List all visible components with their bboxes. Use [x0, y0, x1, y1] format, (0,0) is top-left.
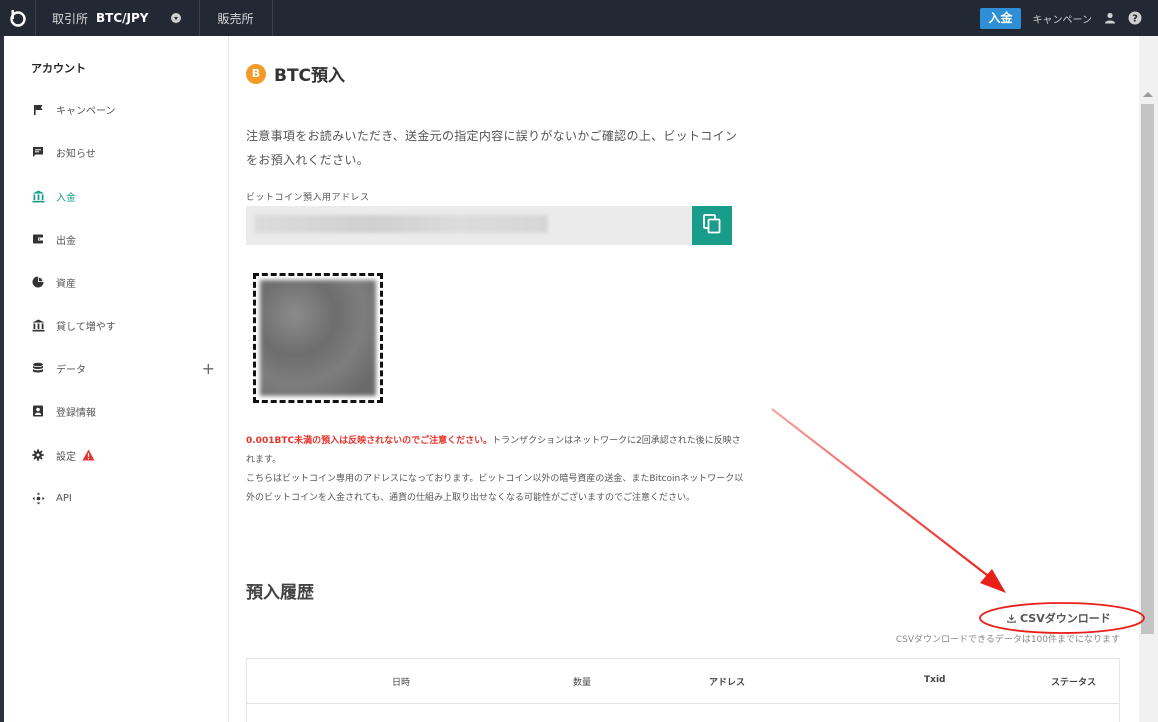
- user-icon[interactable]: [1104, 12, 1116, 24]
- profile-icon: [31, 404, 45, 418]
- sidebar-item-api[interactable]: API: [31, 488, 221, 508]
- gear-icon: [31, 448, 45, 462]
- expand-plus-icon[interactable]: +: [202, 359, 215, 378]
- sidebar-title: アカウント: [31, 62, 86, 75]
- scroll-up-arrow-icon[interactable]: [1143, 92, 1153, 97]
- sidebar-item-label: データ: [56, 364, 86, 376]
- address-label: ビットコイン預入用アドレス: [246, 193, 370, 203]
- top-navigation-bar: 取引所 BTC/JPY 販売所 入金 キャンペーン ?: [0, 0, 1158, 36]
- sidebar-item-label: 資産: [56, 278, 76, 290]
- bank-icon: [31, 189, 45, 203]
- topbar-right-group: 入金 キャンペーン ?: [980, 0, 1142, 36]
- download-icon: [1007, 614, 1016, 623]
- sidebar-item-assets[interactable]: 資産: [31, 272, 221, 292]
- deposit-history-table: 日時 数量 アドレス Txid ステータス: [246, 658, 1120, 722]
- blurred-address: [254, 215, 548, 233]
- sidebar-item-news[interactable]: お知らせ: [31, 142, 221, 162]
- column-header-address[interactable]: アドレス: [709, 675, 745, 688]
- csv-limit-note: CSVダウンロードできるデータは100件までになります: [895, 635, 1120, 645]
- notice-paragraph-2: こちらはビットコイン専用のアドレスになっております。ビットコイン以外の暗号資産の…: [246, 474, 744, 503]
- sidebar-item-deposit[interactable]: 入金: [31, 186, 221, 206]
- sidebar-item-lending[interactable]: 貸して増やす: [31, 315, 221, 335]
- column-header-datetime[interactable]: 日時: [392, 675, 410, 688]
- sidebar-item-withdraw[interactable]: 出金: [31, 229, 221, 249]
- column-header-amount[interactable]: 数量: [573, 675, 591, 688]
- deposit-address-field[interactable]: [246, 206, 692, 245]
- lend-icon: [31, 318, 45, 332]
- copy-icon: [703, 213, 721, 238]
- api-icon: [31, 491, 45, 505]
- sidebar-item-campaign[interactable]: キャンペーン: [31, 99, 221, 119]
- column-header-status[interactable]: ステータス: [1051, 675, 1096, 688]
- main-content: B BTC預入 注意事項をお読みいただき、送金元の指定内容に誤りがないかご確認の…: [229, 36, 1139, 722]
- sidebar-item-profile[interactable]: 登録情報: [31, 401, 221, 421]
- bitbank-logo-icon[interactable]: [0, 0, 36, 36]
- wallet-icon: [31, 232, 45, 246]
- page-header: B BTC預入: [246, 61, 345, 86]
- sidebar-item-label: 出金: [56, 235, 76, 247]
- page-title: BTC預入: [274, 66, 346, 86]
- sidebar-item-label: 入金: [56, 192, 76, 204]
- vertical-scrollbar[interactable]: [1139, 36, 1158, 722]
- csv-download-button[interactable]: CSVダウンロード: [1007, 610, 1111, 626]
- flag-icon: [31, 102, 45, 116]
- pie-icon: [31, 275, 45, 289]
- deposit-history-title: 預入履歴: [246, 583, 314, 603]
- minimum-deposit-warning: 0.001BTC未満の預入は反映されないのでご注意ください。: [246, 436, 493, 446]
- exchange-pair-selector[interactable]: 取引所 BTC/JPY: [36, 0, 200, 36]
- trading-pair: BTC/JPY: [96, 11, 149, 25]
- sidebar-item-label: 登録情報: [56, 407, 96, 419]
- account-sidebar: アカウント キャンペーン お知らせ 入金 出金 資産 貸して増やす データ + …: [4, 36, 229, 722]
- sales-office-link[interactable]: 販売所: [200, 0, 273, 36]
- table-header-divider: [247, 703, 1119, 704]
- sidebar-item-label: キャンペーン: [56, 105, 116, 117]
- deposit-notice: 0.001BTC未満の預入は反映されないのでご注意ください。トランザクションはネ…: [246, 432, 746, 508]
- sidebar-item-label: 設定: [56, 451, 76, 463]
- chevron-down-icon[interactable]: [170, 13, 181, 23]
- sidebar-item-data[interactable]: データ +: [31, 358, 221, 378]
- database-icon: [31, 361, 45, 375]
- blurred-qr-image: [260, 280, 376, 396]
- sidebar-item-settings[interactable]: 設定: [31, 445, 221, 465]
- notice-paragraph-1: 0.001BTC未満の預入は反映されないのでご注意ください。トランザクションはネ…: [246, 432, 746, 470]
- copy-address-button[interactable]: [692, 206, 732, 245]
- exchange-label: 取引所: [52, 11, 89, 26]
- qr-code: [253, 273, 383, 403]
- csv-download-label: CSVダウンロード: [1020, 612, 1111, 625]
- sidebar-item-label: API: [56, 492, 72, 504]
- sidebar-item-label: 貸して増やす: [56, 321, 116, 333]
- column-header-txid[interactable]: Txid: [924, 675, 945, 685]
- intro-text: 注意事項をお読みいただき、送金元の指定内容に誤りがないかご確認の上、ビットコイン…: [246, 129, 738, 167]
- scrollbar-thumb[interactable]: [1141, 104, 1154, 634]
- campaign-link[interactable]: キャンペーン: [1033, 11, 1093, 26]
- bitcoin-icon: B: [246, 63, 266, 84]
- deposit-button[interactable]: 入金: [980, 7, 1021, 29]
- svg-text:?: ?: [1132, 14, 1138, 25]
- warning-icon: [82, 449, 95, 461]
- help-icon[interactable]: ?: [1128, 11, 1142, 25]
- sidebar-item-label: お知らせ: [56, 148, 96, 160]
- message-icon: [31, 145, 45, 159]
